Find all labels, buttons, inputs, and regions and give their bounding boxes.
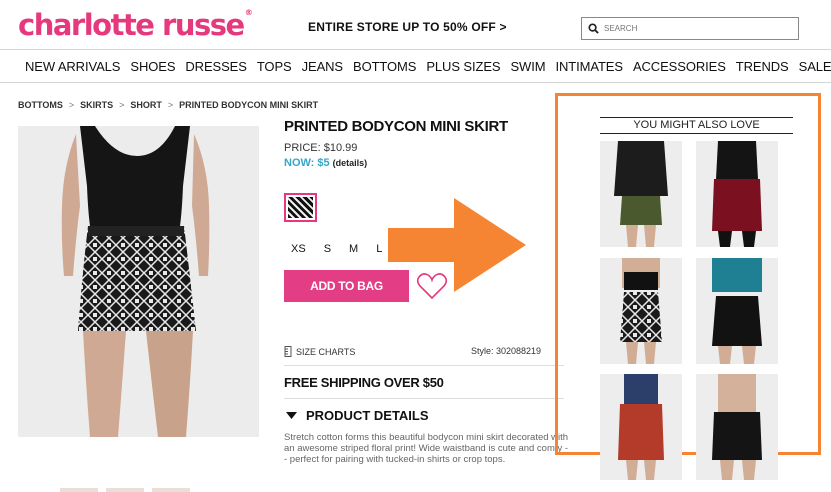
size-option-xs[interactable]: XS bbox=[291, 243, 306, 255]
divider bbox=[284, 365, 564, 366]
swatch-pattern bbox=[288, 197, 313, 218]
size-charts-label: SIZE CHARTS bbox=[296, 346, 356, 357]
recommended-product-image[interactable] bbox=[600, 258, 682, 364]
product-title: PRINTED BODYCON MINI SKIRT bbox=[284, 118, 508, 135]
nav-plus-sizes[interactable]: PLUS SIZES bbox=[426, 59, 500, 74]
divider bbox=[600, 133, 793, 134]
ruler-icon bbox=[284, 346, 292, 357]
size-selector: XS S M L bbox=[291, 243, 382, 255]
price-details-link[interactable]: (details) bbox=[333, 158, 368, 168]
divider bbox=[600, 117, 793, 118]
product-thumbnail[interactable] bbox=[152, 488, 190, 492]
breadcrumb-separator: > bbox=[68, 100, 75, 110]
orange-arrow-icon bbox=[388, 198, 526, 292]
promo-banner-link[interactable]: ENTIRE STORE UP TO 50% OFF > bbox=[308, 20, 507, 34]
nav-new-arrivals[interactable]: NEW ARRIVALS bbox=[25, 59, 120, 74]
recommended-product-image[interactable] bbox=[600, 141, 682, 247]
nav-intimates[interactable]: INTIMATES bbox=[555, 59, 623, 74]
breadcrumb-bottoms[interactable]: BOTTOMS bbox=[18, 100, 63, 110]
product-details-toggle[interactable]: PRODUCT DETAILS bbox=[286, 408, 429, 423]
nav-tops[interactable]: TOPS bbox=[257, 59, 292, 74]
color-swatch[interactable] bbox=[284, 193, 317, 222]
size-option-l[interactable]: L bbox=[376, 243, 382, 255]
style-number: Style: 302088219 bbox=[471, 346, 542, 356]
divider bbox=[284, 398, 564, 399]
recommendations-heading: YOU MIGHT ALSO LOVE bbox=[633, 119, 760, 131]
recommendations-highlight-box bbox=[555, 93, 821, 455]
breadcrumb-separator: > bbox=[119, 100, 125, 110]
original-price: PRICE: $10.99 bbox=[284, 142, 358, 154]
product-thumbnail[interactable] bbox=[106, 488, 144, 492]
product-description: Stretch cotton forms this beautiful body… bbox=[284, 432, 569, 465]
size-option-m[interactable]: M bbox=[349, 243, 358, 255]
product-thumbnails bbox=[60, 488, 190, 492]
breadcrumb-short[interactable]: SHORT bbox=[130, 100, 162, 110]
size-option-s[interactable]: S bbox=[324, 243, 331, 255]
size-charts-link[interactable]: SIZE CHARTS bbox=[284, 346, 355, 357]
product-thumbnail[interactable] bbox=[60, 488, 98, 492]
breadcrumb-skirts[interactable]: SKIRTS bbox=[80, 100, 113, 110]
product-details-heading: PRODUCT DETAILS bbox=[306, 408, 429, 423]
nav-jeans[interactable]: JEANS bbox=[302, 59, 344, 74]
brand-logo[interactable]: charlotte russe® bbox=[18, 8, 253, 42]
recommended-product-image[interactable] bbox=[696, 141, 778, 247]
breadcrumb-separator: > bbox=[167, 100, 174, 110]
nav-dresses[interactable]: DRESSES bbox=[185, 59, 247, 74]
breadcrumb: BOTTOMS > SKIRTS > SHORT > PRINTED BODYC… bbox=[18, 100, 318, 110]
nav-trends[interactable]: TRENDS bbox=[736, 59, 789, 74]
nav-shoes[interactable]: SHOES bbox=[130, 59, 175, 74]
nav-swim[interactable]: SWIM bbox=[510, 59, 545, 74]
recommended-product-image[interactable] bbox=[696, 258, 778, 364]
recommended-product-image[interactable] bbox=[600, 374, 682, 480]
free-shipping-banner: FREE SHIPPING OVER $50 bbox=[284, 375, 444, 390]
caret-down-icon bbox=[286, 411, 297, 419]
search-icon[interactable] bbox=[588, 23, 599, 34]
sale-price: NOW: $5 (details) bbox=[284, 157, 367, 169]
sale-price-value: NOW: $5 bbox=[284, 157, 330, 169]
search-box[interactable] bbox=[581, 17, 799, 40]
product-main-image[interactable] bbox=[18, 126, 259, 437]
nav-bottoms[interactable]: BOTTOMS bbox=[353, 59, 416, 74]
main-nav: NEW ARRIVALS SHOES DRESSES TOPS JEANS BO… bbox=[0, 49, 831, 83]
nav-sale[interactable]: SALE bbox=[799, 59, 831, 74]
breadcrumb-current: PRINTED BODYCON MINI SKIRT bbox=[179, 100, 319, 110]
search-input[interactable] bbox=[604, 24, 784, 33]
nav-accessories[interactable]: ACCESSORIES bbox=[633, 59, 726, 74]
recommended-product-image[interactable] bbox=[696, 374, 778, 480]
